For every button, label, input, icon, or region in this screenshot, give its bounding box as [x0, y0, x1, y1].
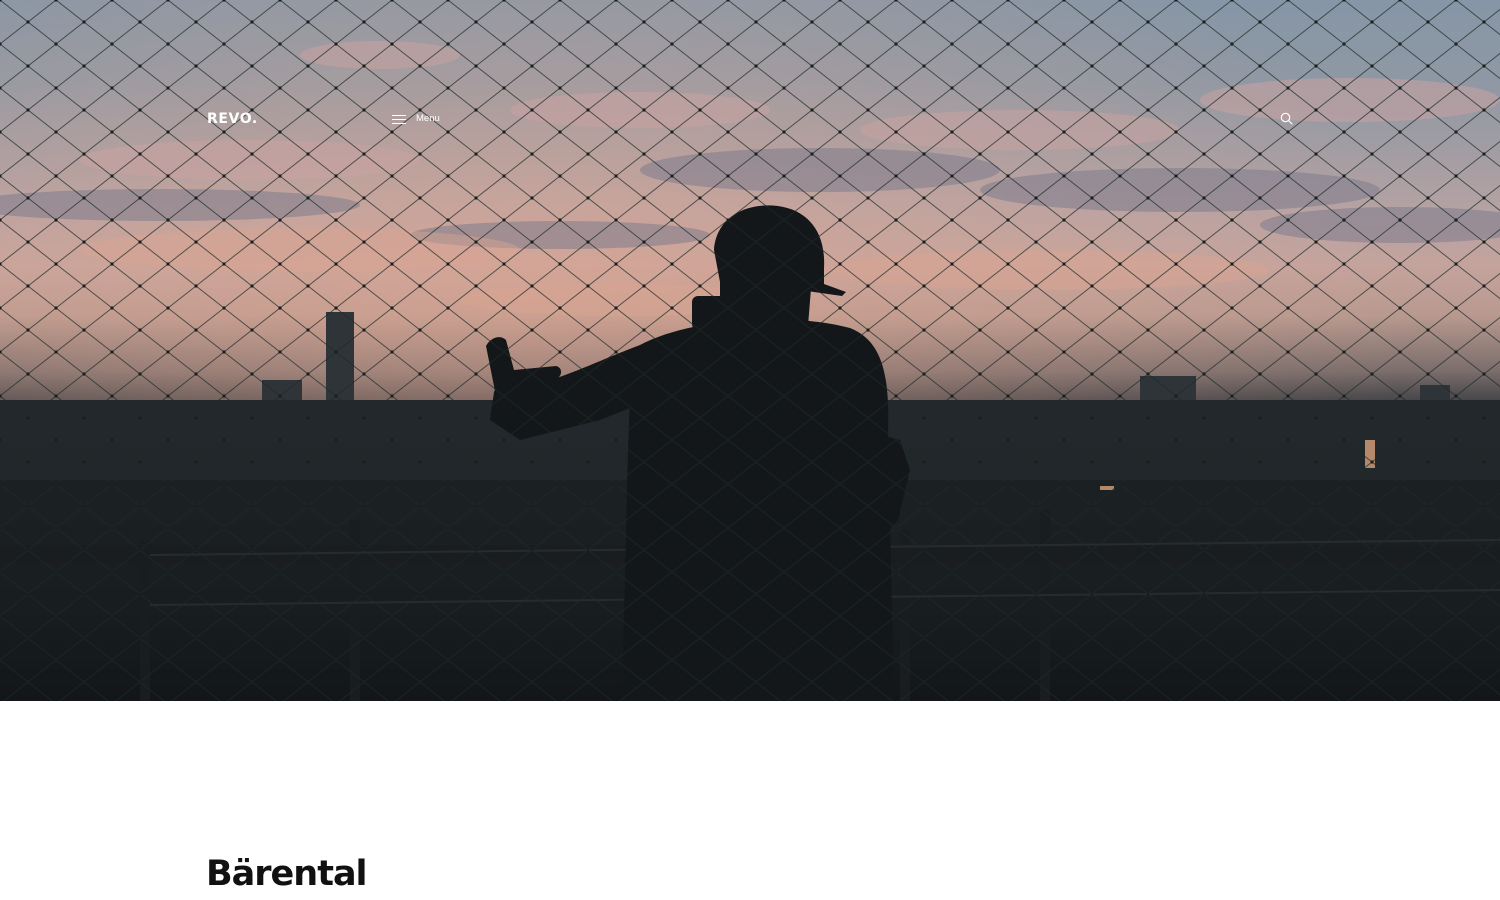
menu-button[interactable]: Menu — [392, 110, 440, 128]
post-title: Bärental — [206, 854, 368, 894]
search-button[interactable] — [1279, 111, 1295, 127]
search-icon — [1280, 112, 1293, 125]
menu-label: Menu — [416, 113, 440, 124]
site-header: REVO. Menu — [0, 0, 1500, 240]
hamburger-icon — [392, 114, 406, 124]
post-content: Bärental — [0, 701, 1500, 900]
page: REVO. Menu Bärental — [0, 0, 1500, 900]
site-logo[interactable]: REVO. — [207, 109, 258, 129]
hero-image: REVO. Menu — [0, 0, 1500, 701]
